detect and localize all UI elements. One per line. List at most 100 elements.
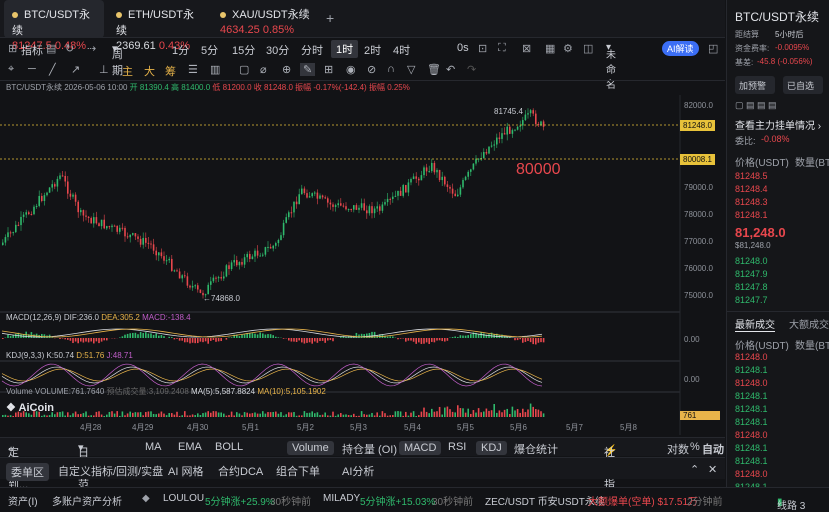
interval-4h[interactable]: 4时	[393, 42, 410, 58]
tab-combo-order[interactable]: 组合下单	[276, 463, 320, 479]
depth-view-icons[interactable]: ▢ ▤ ▤ ▤	[735, 100, 777, 111]
ticker-symbol[interactable]: LOULOU	[163, 493, 204, 504]
trend-tool-icon[interactable]: ↗	[71, 63, 80, 76]
undo-icon[interactable]: ↶	[446, 63, 455, 76]
trade-row: 81248.1	[735, 443, 768, 453]
assets-button[interactable]: 资产(Ⅰ)	[8, 493, 38, 508]
interval-2h[interactable]: 2时	[364, 42, 381, 58]
layout-switch-icon[interactable]: ◫	[583, 42, 593, 55]
camera-icon[interactable]: ⊡	[478, 42, 487, 55]
bid-price[interactable]: 81247.7	[735, 295, 768, 305]
tab-latest-trades[interactable]: 最新成交	[735, 316, 775, 332]
multi-account-link[interactable]: 多账户资产分析	[52, 493, 122, 508]
expand-icon[interactable]: ⌃	[690, 463, 699, 476]
filter-tool-icon[interactable]: ▽	[407, 63, 415, 76]
bid-price[interactable]: 81247.8	[735, 282, 768, 292]
indicator-ema[interactable]: EMA	[178, 441, 202, 453]
interval-15m[interactable]: 15分	[232, 42, 255, 58]
volume-bar	[168, 413, 170, 417]
eye-tool-icon[interactable]: ◉	[346, 63, 356, 76]
add-tab-button[interactable]: +	[326, 10, 334, 26]
trash-icon[interactable]: 🗑	[427, 63, 441, 76]
maximize-icon[interactable]: ◰	[708, 42, 718, 55]
macd-bar	[423, 338, 425, 344]
ask-price[interactable]: 81248.5	[735, 171, 768, 181]
ticker-symbol[interactable]: ZEC/USDT 币安USDT永续	[485, 493, 605, 508]
redo-icon[interactable]: ↷	[467, 63, 476, 76]
auto-scale-toggle[interactable]: 自动	[702, 441, 724, 457]
ruler-tool-icon[interactable]: ⌀	[260, 63, 267, 76]
brush-tool-icon[interactable]: ✎	[300, 63, 315, 76]
template-icon[interactable]: ▦	[545, 42, 555, 55]
tab-order-area[interactable]: 委单区	[6, 463, 49, 481]
ray-tool-icon[interactable]: ╱	[49, 63, 56, 76]
volume-bar	[517, 409, 519, 417]
share-icon[interactable]: ⇢	[87, 42, 96, 55]
indicator-button[interactable]: 指标	[21, 42, 43, 58]
main-force-tool[interactable]: 主	[122, 63, 133, 79]
interval-30m[interactable]: 30分	[266, 42, 289, 58]
candle-body	[491, 146, 493, 147]
bid-price[interactable]: 81247.9	[735, 269, 768, 279]
line-tool-icon[interactable]: ─	[28, 63, 36, 75]
indicator-rsi[interactable]: RSI	[448, 441, 466, 453]
volume-tool-icon[interactable]: ▥	[210, 63, 220, 76]
close-panel-icon[interactable]: ✕	[708, 463, 717, 476]
ask-price[interactable]: 81248.1	[735, 210, 768, 220]
list-tool-icon[interactable]: ☰	[188, 63, 198, 76]
ticker-symbol[interactable]: MILADY	[323, 493, 360, 504]
log-scale-toggle[interactable]: 对数	[667, 441, 689, 457]
settings-icon[interactable]: ⚙	[563, 42, 573, 55]
compare-icon[interactable]: ⊠	[522, 42, 531, 55]
ai-interpret-button[interactable]: AI解读	[662, 41, 699, 56]
period-dropdown[interactable]: 周期 ▾	[112, 42, 118, 55]
indicator-liquidation[interactable]: 爆仓统计	[514, 441, 558, 457]
layout-icon[interactable]: ▤	[46, 42, 56, 55]
interval-1h[interactable]: 1时	[331, 40, 358, 58]
tab-ai-analysis[interactable]: AI分析	[342, 463, 374, 479]
date-range-dropdown[interactable]: 日期范围 ▾	[78, 441, 84, 454]
ask-price[interactable]: 81248.3	[735, 197, 768, 207]
tab-custom-indicator[interactable]: 自定义指标/回测/实盘	[58, 463, 163, 479]
lock-tool-icon[interactable]: ⊘	[367, 63, 376, 76]
note-tool-icon[interactable]: ▢	[239, 63, 249, 76]
refresh-icon[interactable]: ↻	[65, 42, 74, 55]
fullscreen-icon[interactable]: ⛶	[498, 42, 506, 55]
cursor-tool-icon[interactable]: ⌖	[8, 63, 14, 76]
price-chart[interactable]	[0, 95, 725, 435]
macd-bar	[59, 338, 61, 339]
tab-btc[interactable]: BTC/USDT永续 81247.5 0.48%	[4, 0, 104, 38]
volume-bar	[543, 413, 545, 417]
percent-toggle[interactable]: %	[690, 441, 700, 453]
indicator-boll[interactable]: BOLL	[215, 441, 243, 453]
large-order-tool[interactable]: 大	[144, 63, 155, 79]
interval-1m[interactable]: 1分	[172, 42, 189, 58]
indicator-macd[interactable]: MACD	[399, 441, 441, 455]
indicator-volume[interactable]: Volume	[287, 441, 334, 455]
main-orders-link[interactable]: 查看主力挂单情况 ›	[735, 117, 821, 132]
ask-price[interactable]: 81248.4	[735, 184, 768, 194]
countdown-seconds[interactable]: 0s	[457, 42, 469, 54]
watchlist-button[interactable]: 已自选	[783, 76, 823, 94]
price-annotation[interactable]: 80000	[516, 161, 561, 179]
indicator-kdj[interactable]: KDJ	[476, 441, 507, 455]
zoom-tool-icon[interactable]: ⊕	[282, 63, 291, 76]
add-alert-button[interactable]: 加预警	[735, 76, 775, 94]
candle-body	[322, 195, 324, 197]
indicator-oi[interactable]: 持仓量 (OI)	[342, 441, 397, 457]
tab-dca[interactable]: 合约DCA	[218, 463, 263, 479]
layout-name-dropdown[interactable]: 未命名▾	[606, 42, 611, 53]
volume-bar	[444, 408, 446, 417]
indicator-ma[interactable]: MA	[145, 441, 162, 453]
hline-tool-icon[interactable]: ⊥	[99, 63, 109, 76]
tab-large-trades[interactable]: 大额成交	[789, 316, 829, 331]
interval-timeshare[interactable]: 分时	[301, 42, 323, 58]
bid-price[interactable]: 81248.0	[735, 256, 768, 266]
tab-xau[interactable]: XAU/USDT永续 4634.25 0.85%	[212, 0, 322, 38]
tab-eth[interactable]: ETH/USDT永续 2369.61 0.43%	[108, 0, 208, 38]
tab-ai-grid[interactable]: AI 网格	[168, 463, 203, 479]
chip-tool[interactable]: 筹	[165, 63, 176, 79]
interval-5m[interactable]: 5分	[201, 42, 218, 58]
measure-tool-icon[interactable]: ⊞	[324, 63, 333, 76]
magnet-tool-icon[interactable]: ∩	[387, 63, 395, 75]
